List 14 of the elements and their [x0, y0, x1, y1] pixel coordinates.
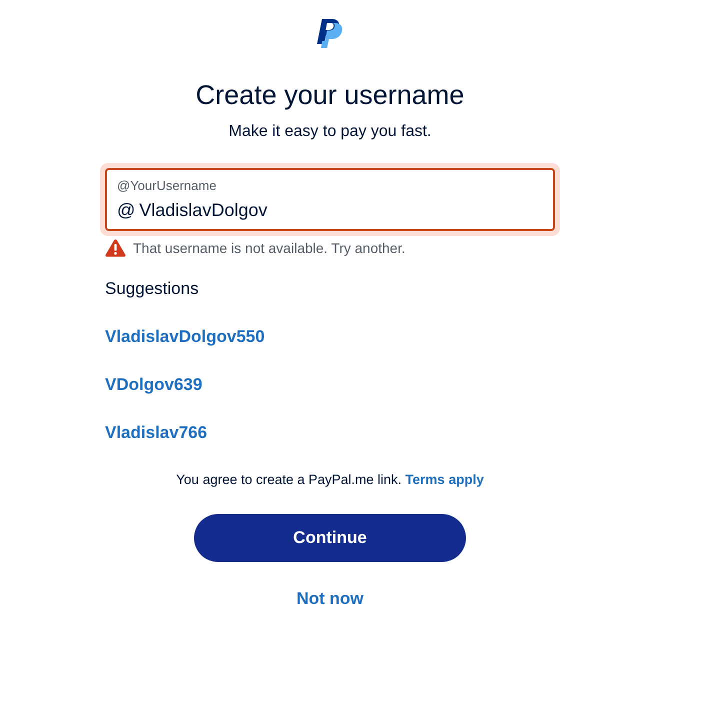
continue-button[interactable]: Continue	[194, 514, 466, 562]
username-field[interactable]: @YourUsername @ VladislavDolgov	[100, 163, 560, 236]
error-message: That username is not available. Try another.	[133, 239, 406, 257]
suggestions-heading: Suggestions	[105, 278, 200, 300]
page-title: Create your username	[196, 79, 464, 111]
logo-icon	[316, 18, 344, 48]
subtitle: Make it easy to pay you fast.	[228, 122, 432, 142]
not-now-link[interactable]: Not now	[296, 587, 364, 611]
suggestion-link[interactable]: VladislavDolgov550	[105, 325, 265, 349]
suggestion-link[interactable]: VDolgov639	[105, 373, 202, 397]
terms-link[interactable]: Terms apply	[405, 472, 484, 487]
agreement-text: You agree to create a PayPal.me link. Terms apply	[176, 471, 484, 489]
suggestion-link[interactable]: Vladislav766	[105, 421, 208, 445]
warning-icon	[105, 239, 126, 257]
